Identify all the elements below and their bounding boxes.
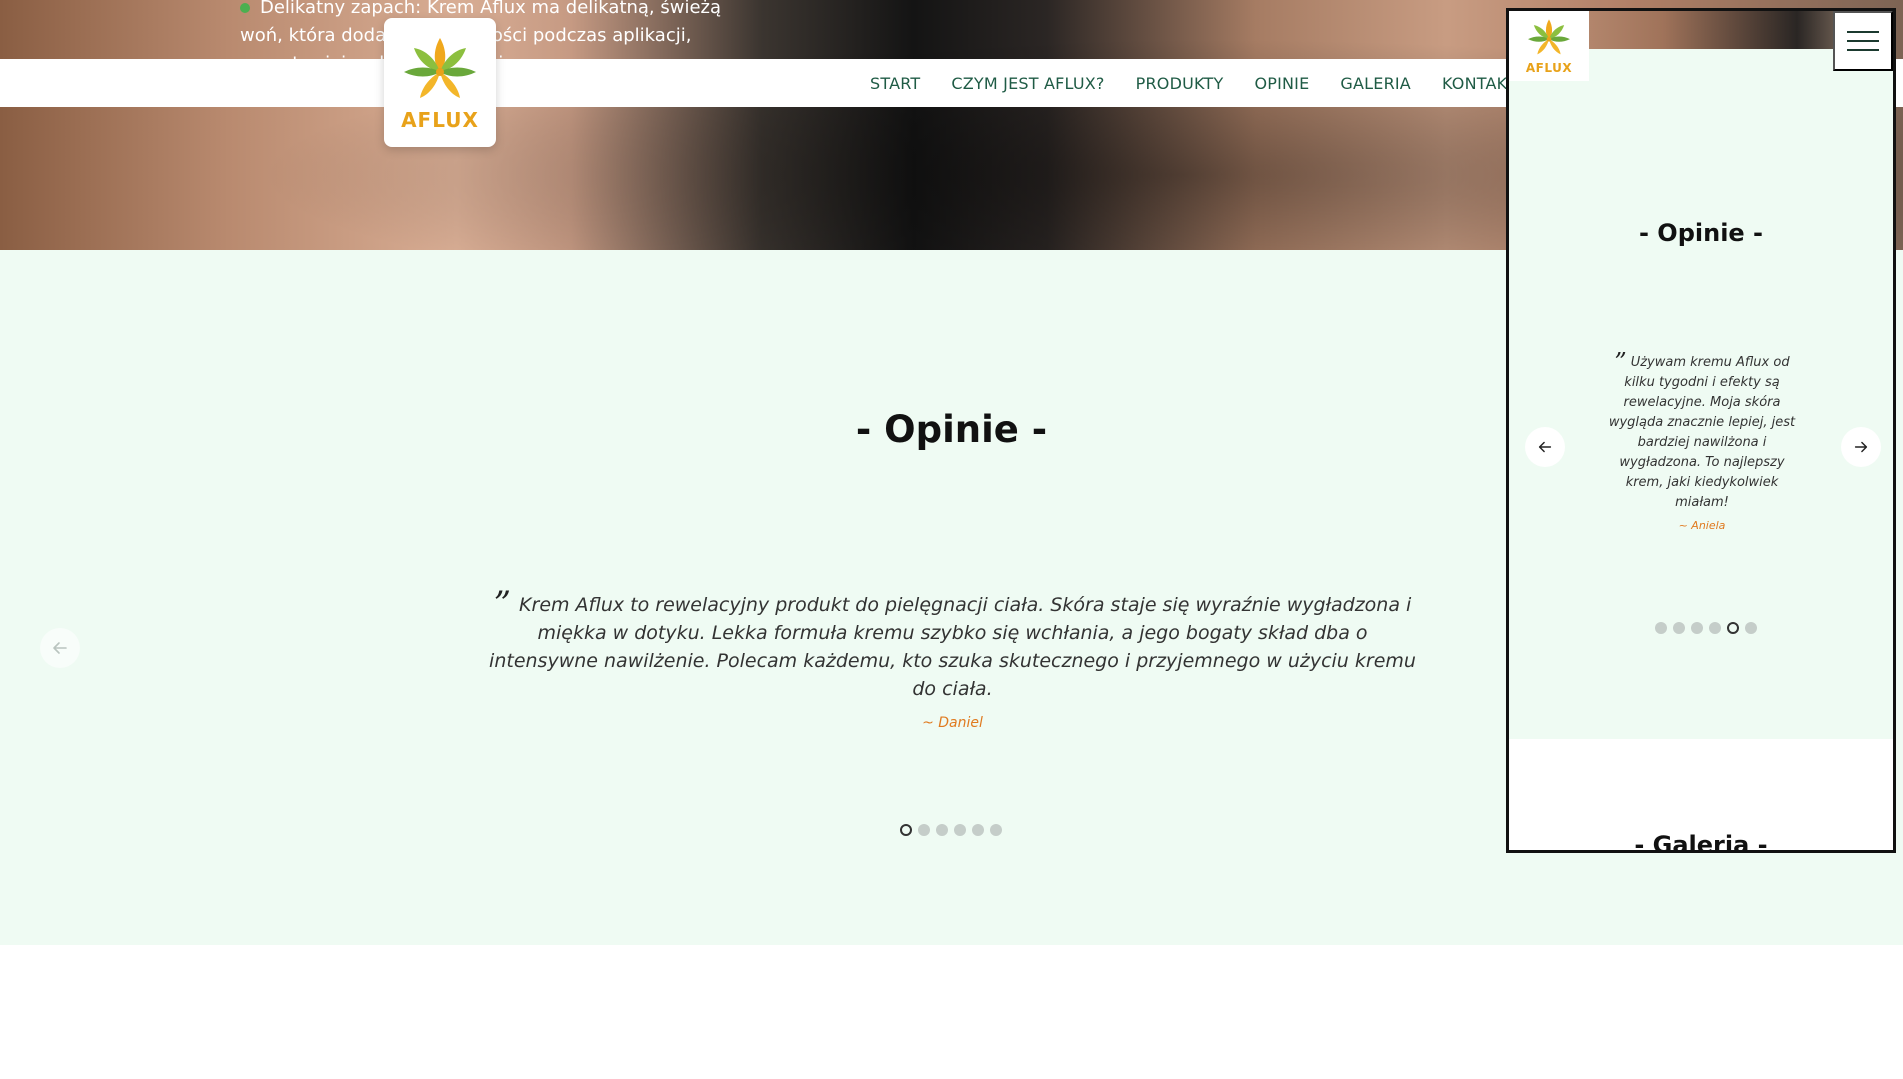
mobile-carousel-dot-6[interactable] (1745, 622, 1757, 634)
nav-item-galeria[interactable]: GALERIA (1340, 74, 1411, 93)
mobile-carousel-pagination (1655, 622, 1757, 634)
mobile-logo-text: AFLUX (1525, 61, 1573, 75)
quote-icon: ” (493, 584, 512, 624)
testimonial: ” Krem Aflux to rewelacyjny produkt do pi… (480, 587, 1425, 731)
carousel-dot-6[interactable] (990, 824, 1002, 836)
lotus-icon (404, 37, 476, 98)
bullet-dot-icon (240, 3, 250, 13)
arrow-right-icon (1854, 441, 1868, 453)
mobile-gallery-title: - Galeria - (1634, 831, 1768, 853)
carousel-dot-1[interactable] (900, 824, 912, 836)
mobile-preview-frame: - Opinie - ” Używam kremu Aflux od kilku … (1506, 8, 1896, 853)
carousel-pagination (900, 824, 1002, 836)
lotus-icon (1528, 19, 1570, 55)
nav-item-start[interactable]: START (870, 74, 920, 93)
mobile-testimonial-author: ~ Aniela (1678, 519, 1726, 532)
mobile-carousel-next-button[interactable] (1841, 427, 1881, 467)
carousel-dot-5[interactable] (972, 824, 984, 836)
testimonial-quote: Krem Aflux to rewelacyjny produkt do pie… (489, 594, 1416, 700)
mobile-carousel-dot-2[interactable] (1673, 622, 1685, 634)
carousel-dot-4[interactable] (954, 824, 966, 836)
mobile-carousel-dot-3[interactable] (1691, 622, 1703, 634)
mobile-carousel-dot-4[interactable] (1709, 622, 1721, 634)
arrow-left-icon (1538, 441, 1552, 453)
quote-icon: ” (1614, 348, 1627, 376)
nav-item-czym-jest-aflux[interactable]: CZYM JEST AFLUX? (951, 74, 1104, 93)
mobile-testimonial: ” Używam kremu Aflux od kilku tygodni i e… (1602, 350, 1802, 532)
hamburger-icon (1847, 31, 1879, 33)
nav-item-kontakt[interactable]: KONTAKT (1442, 74, 1516, 93)
nav-menu: START CZYM JEST AFLUX? PRODUKTY OPINIE G… (870, 59, 1516, 107)
logo-text: AFLUX (401, 107, 479, 132)
carousel-dot-2[interactable] (918, 824, 930, 836)
testimonial-text: ” Krem Aflux to rewelacyjny produkt do pi… (480, 587, 1425, 703)
nav-item-produkty[interactable]: PRODUKTY (1136, 74, 1224, 93)
mobile-carousel-prev-button[interactable] (1525, 427, 1565, 467)
mobile-logo[interactable]: AFLUX (1509, 11, 1589, 81)
carousel-prev-button[interactable] (40, 628, 80, 668)
testimonial-author: ~ Daniel (922, 715, 983, 731)
mobile-testimonial-text: ” Używam kremu Aflux od kilku tygodni i e… (1602, 350, 1802, 513)
nav-item-opinie[interactable]: OPINIE (1254, 74, 1309, 93)
logo[interactable]: AFLUX (384, 18, 496, 147)
mobile-reviews-section: - Opinie - ” Używam kremu Aflux od kilku … (1509, 49, 1893, 739)
arrow-left-icon (53, 642, 67, 654)
page: Delikatny zapach: Krem Aflux ma delikatn… (0, 0, 1903, 1079)
mobile-reviews-title: - Opinie - (1638, 219, 1764, 247)
hamburger-icon (1847, 49, 1879, 51)
carousel-dot-3[interactable] (936, 824, 948, 836)
mobile-testimonial-quote: Używam kremu Aflux od kilku tygodni i ef… (1608, 355, 1796, 510)
hamburger-icon (1847, 40, 1879, 42)
mobile-menu-button[interactable] (1833, 11, 1893, 71)
mobile-carousel-dot-5[interactable] (1727, 622, 1739, 634)
mobile-carousel-dot-1[interactable] (1655, 622, 1667, 634)
